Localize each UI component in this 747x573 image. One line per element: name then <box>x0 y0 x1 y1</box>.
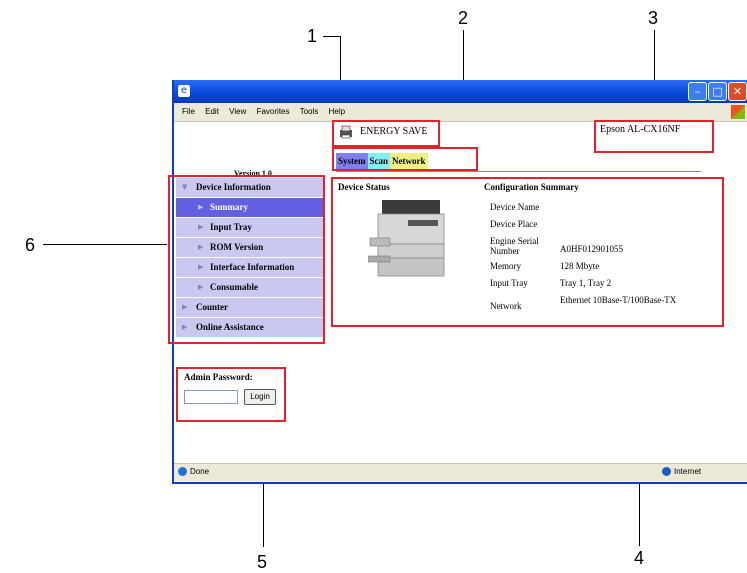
minimize-button[interactable]: – <box>688 82 707 101</box>
callout-number-3: 3 <box>648 8 659 28</box>
callout-number-2: 2 <box>458 8 469 28</box>
callout-leader-6 <box>43 244 167 245</box>
callout-box-1-energy-save <box>332 120 440 147</box>
callout-number-6: 6 <box>25 235 36 255</box>
menu-file[interactable]: File <box>182 103 195 121</box>
status-text: Done <box>190 467 210 476</box>
menu-favorites[interactable]: Favorites <box>257 103 290 121</box>
ie-page-icon <box>178 467 187 476</box>
callout-box-3-model <box>594 120 714 153</box>
menu-edit[interactable]: Edit <box>205 103 219 121</box>
windows-flag-icon <box>731 105 745 119</box>
callout-box-6-nav <box>168 175 325 344</box>
callout-number-4: 4 <box>634 548 645 568</box>
callout-box-5-admin <box>176 367 286 422</box>
callout-number-5: 5 <box>257 552 268 572</box>
ie-icon: e <box>178 85 190 97</box>
menu-view[interactable]: View <box>229 103 246 121</box>
menu-help[interactable]: Help <box>329 103 345 121</box>
callout-leader-1 <box>323 36 340 37</box>
menu-tools[interactable]: Tools <box>300 103 319 121</box>
zone-text: Internet <box>674 467 702 476</box>
internet-zone-icon <box>662 467 671 476</box>
callout-number-1: 1 <box>307 26 318 46</box>
close-button[interactable]: ✕ <box>728 82 747 101</box>
status-bar: Done Internet <box>174 463 747 481</box>
tab-divider <box>336 171 701 172</box>
callout-box-4-summary <box>331 177 724 327</box>
callout-box-2-tabs <box>332 147 478 171</box>
maximize-button[interactable]: □ <box>708 82 727 101</box>
title-bar: e – □ ✕ <box>174 80 747 103</box>
